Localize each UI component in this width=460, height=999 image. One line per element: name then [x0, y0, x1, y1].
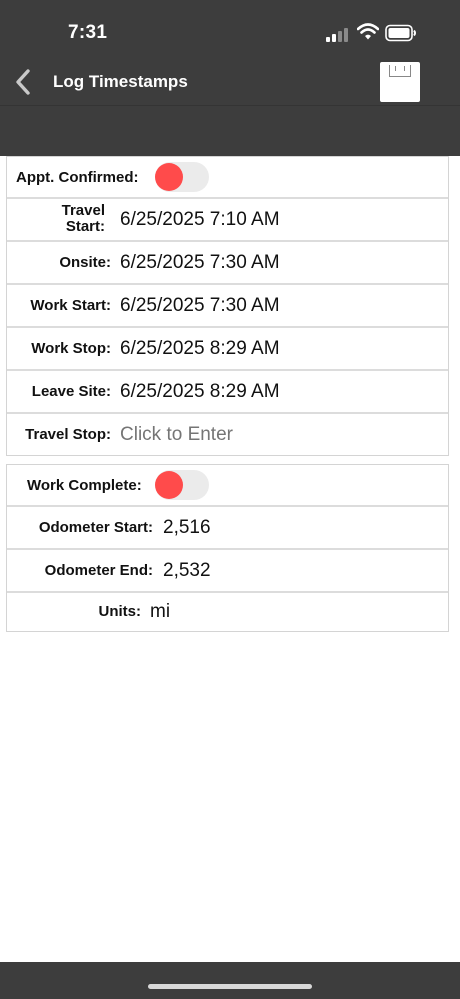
work-complete-row: Work Complete: — [7, 465, 448, 507]
units-row[interactable]: Units: mi — [7, 593, 448, 631]
onsite-value[interactable]: 6/25/2025 7:30 AM — [120, 252, 280, 274]
battery-icon — [385, 24, 416, 42]
work-stop-row[interactable]: Work Stop: 6/25/2025 8:29 AM — [7, 328, 448, 371]
status-time: 7:31 — [68, 22, 108, 43]
odometer-start-row[interactable]: Odometer Start: 2,516 — [7, 507, 448, 550]
appt-confirmed-toggle[interactable] — [155, 162, 209, 192]
travel-stop-row[interactable]: Travel Stop: Click to Enter — [7, 414, 448, 455]
wifi-icon — [357, 23, 379, 40]
odometer-start-value[interactable]: 2,516 — [163, 517, 211, 539]
cellular-signal-icon — [326, 26, 350, 42]
header-divider — [0, 105, 460, 106]
leave-site-row[interactable]: Leave Site: 6/25/2025 8:29 AM — [7, 371, 448, 414]
back-button[interactable] — [10, 66, 36, 98]
units-value[interactable]: mi — [150, 601, 170, 623]
work-complete-toggle[interactable] — [155, 470, 209, 500]
odometer-end-value[interactable]: 2,532 — [163, 560, 211, 582]
travel-start-label: Travel Start: — [61, 202, 105, 235]
units-label: Units: — [98, 603, 142, 620]
odometer-end-row[interactable]: Odometer End: 2,532 — [7, 550, 448, 593]
work-complete-label: Work Complete: — [27, 477, 142, 494]
work-start-row[interactable]: Work Start: 6/25/2025 7:30 AM — [7, 285, 448, 328]
bottom-bar — [0, 962, 460, 999]
onsite-row[interactable]: Onsite: 6/25/2025 7:30 AM — [7, 242, 448, 285]
toggle-knob — [155, 163, 183, 191]
chevron-left-icon — [16, 69, 30, 95]
travel-stop-input[interactable]: Click to Enter — [120, 424, 233, 446]
appt-confirmed-label: Appt. Confirmed: — [16, 169, 139, 186]
work-stop-value[interactable]: 6/25/2025 8:29 AM — [120, 338, 280, 360]
odometer-start-label: Odometer Start: — [38, 519, 153, 536]
toggle-knob — [155, 471, 183, 499]
timestamps-panel: Appt. Confirmed: Travel Start: 6/25/2025… — [6, 156, 449, 456]
home-indicator[interactable] — [148, 984, 312, 989]
work-start-label: Work Start: — [30, 297, 111, 314]
travel-start-value[interactable]: 6/25/2025 7:10 AM — [120, 209, 280, 231]
odometer-end-label: Odometer End: — [44, 562, 153, 579]
work-stop-label: Work Stop: — [31, 340, 111, 357]
leave-site-value[interactable]: 6/25/2025 8:29 AM — [120, 381, 280, 403]
travel-stop-label: Travel Stop: — [25, 426, 111, 443]
travel-start-row[interactable]: Travel Start: 6/25/2025 7:10 AM — [7, 199, 448, 242]
leave-site-label: Leave Site: — [31, 383, 111, 400]
save-button[interactable] — [380, 62, 420, 102]
appt-confirmed-row: Appt. Confirmed: — [7, 157, 448, 199]
completion-panel: Work Complete: Odometer Start: 2,516 Odo… — [6, 464, 449, 632]
work-start-value[interactable]: 6/25/2025 7:30 AM — [120, 295, 280, 317]
page-title: Log Timestamps — [53, 72, 188, 91]
onsite-label: Onsite: — [59, 254, 111, 271]
